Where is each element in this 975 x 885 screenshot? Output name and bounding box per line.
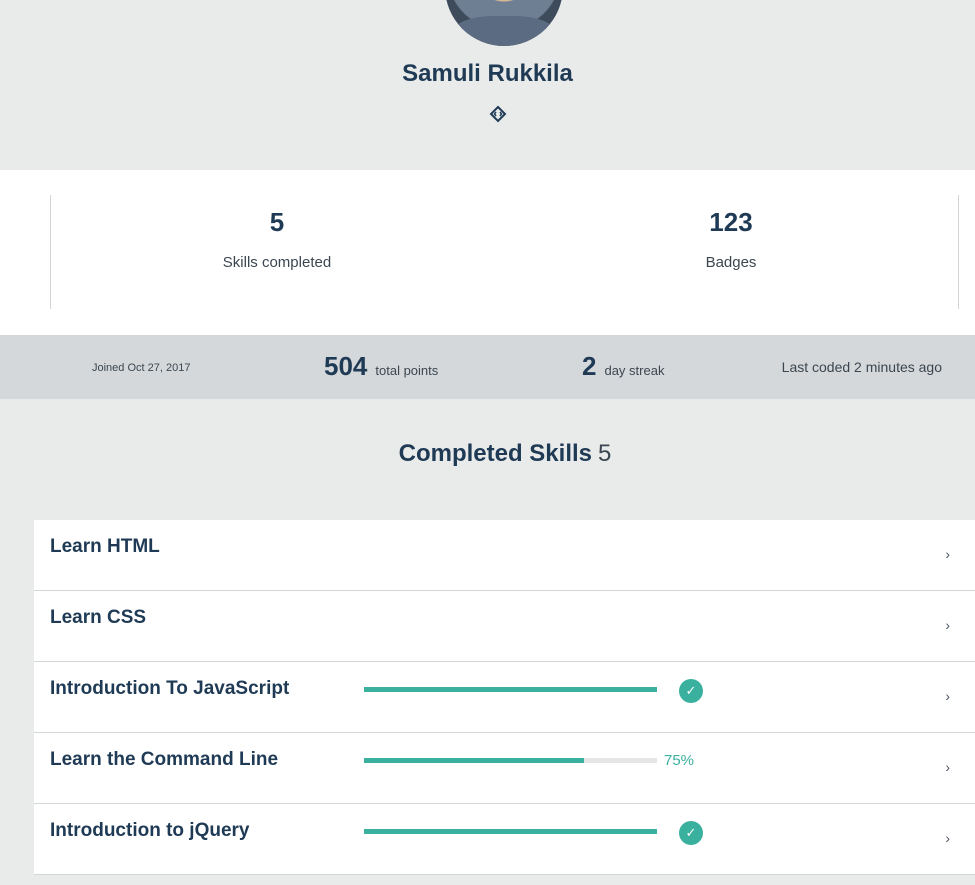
day-streak: 2 day streak [582,351,664,382]
skills-list: Learn HTML › Learn CSS › Introduction To… [34,520,975,875]
skills-completed-stat: 5 Skills completed [127,207,427,271]
code-diamond-icon [489,105,507,123]
skill-row-command-line[interactable]: Learn the Command Line 75% › [34,733,975,804]
chevron-right-icon: › [945,759,950,775]
badges-label: Badges [705,254,757,271]
skill-row-intro-jquery[interactable]: Introduction to jQuery ✓ › [34,804,975,875]
chevron-right-icon: › [945,546,950,562]
points-label: total points [375,363,439,378]
badges-stat: 123 Badges [581,207,881,271]
skill-title: Introduction to jQuery [50,820,250,841]
progress-percent: 75% [664,752,695,769]
skill-title: Learn the Command Line [50,749,279,770]
skill-row-learn-html[interactable]: Learn HTML › [34,520,975,591]
streak-value: 2 [582,351,597,381]
last-coded: Last coded 2 minutes ago [781,359,942,375]
skill-row-learn-css[interactable]: Learn CSS › [34,591,975,662]
chevron-right-icon: › [945,617,950,633]
skills-completed-value: 5 [269,207,285,237]
profile-name: Samuli Rukkila [402,60,573,87]
chevron-right-icon: › [945,830,950,846]
check-icon: ✓ [679,679,703,703]
badges-value: 123 [709,207,753,237]
joined-date: Joined Oct 27, 2017 [92,362,191,374]
summary-bar: Joined Oct 27, 2017 504 total points 2 d… [0,335,975,399]
points-value: 504 [324,351,368,381]
chevron-right-icon: › [945,688,950,704]
skill-row-intro-javascript[interactable]: Introduction To JavaScript ✓ › [34,662,975,733]
streak-label: day streak [604,363,665,378]
progress-bar [364,687,657,692]
check-icon: ✓ [679,821,703,845]
completed-skills-heading: Completed Skills 5 [0,440,975,468]
total-points: 504 total points [324,351,438,382]
progress-fill [364,687,657,692]
profile-header: Samuli Rukkila [0,0,975,170]
skill-title: Learn HTML [50,536,160,557]
completed-skills-section: Completed Skills 5 Learn HTML › Learn CSS… [0,415,975,885]
progress-fill [364,829,657,834]
completed-skills-count: 5 [598,440,612,467]
progress-bar [364,829,657,834]
progress-fill [364,758,584,763]
avatar [445,0,563,46]
stats-panel: 5 Skills completed 123 Badges [0,170,975,335]
skill-title: Learn CSS [50,607,147,628]
completed-skills-title: Completed Skills [398,440,593,467]
progress-bar [364,758,657,763]
skills-completed-label: Skills completed [222,254,332,271]
skill-title: Introduction To JavaScript [50,678,290,699]
